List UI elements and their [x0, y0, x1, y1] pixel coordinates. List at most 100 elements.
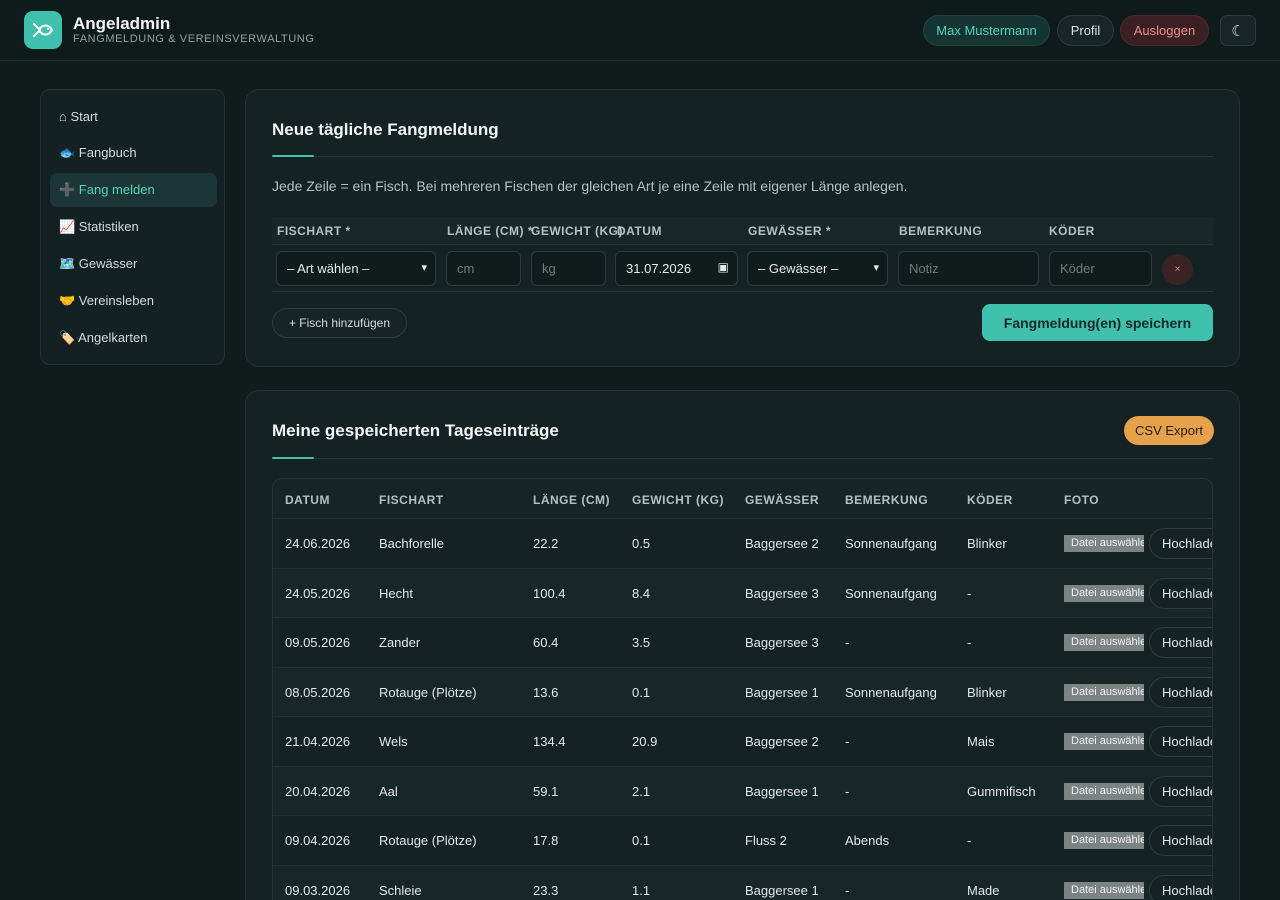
upload-button[interactable]: Hochladen [1149, 627, 1212, 658]
profile-button[interactable]: Profil [1057, 15, 1114, 46]
sidebar-item-statistiken[interactable]: 📈 Statistiken [50, 210, 217, 244]
fish-logo-icon[interactable] [24, 11, 62, 49]
col-gewaesser: GEWÄSSER * [748, 224, 832, 238]
cell-water: Baggersee 2 [745, 734, 819, 749]
water-select[interactable]: – Gewässer – ▾ [747, 251, 888, 286]
cell-date: 21.04.2026 [285, 734, 351, 749]
col-fischart: FISCHART [379, 493, 444, 507]
upload-button[interactable]: Hochladen [1149, 528, 1212, 559]
cell-bait: Made [967, 882, 1000, 898]
add-fish-button[interactable]: + Fisch hinzufügen [272, 308, 407, 338]
cell-species: Hecht [379, 585, 413, 601]
cell-note: Sonnenaufgang [845, 585, 937, 601]
table-row: 08.05.2026 Rotauge (Plötze) 13.6 0.1 Baggers… [273, 667, 1212, 717]
choose-file-button[interactable]: Datei auswählen [1064, 733, 1144, 750]
cell-note: Sonnenaufgang [845, 684, 937, 700]
length-input[interactable]: cm [446, 251, 521, 286]
cell-length: 134.4 [533, 734, 566, 749]
chevron-down-icon: ▾ [421, 262, 427, 274]
sidebar-item-gewaesser[interactable]: 🗺️ Gewässer [50, 247, 217, 281]
upload-button[interactable]: Hochladen [1149, 775, 1212, 807]
cell-bait: Blinker [967, 684, 1007, 700]
sidebar-item-angelkarten[interactable]: 🏷️ Angelkarten [50, 321, 217, 355]
upload-button[interactable]: Hochladen [1149, 874, 1212, 900]
cell-weight: 2.1 [632, 783, 651, 799]
bait-input[interactable]: Köder [1049, 251, 1152, 286]
upload-button[interactable]: Hochladen [1149, 577, 1212, 609]
choose-file-button[interactable]: Datei auswählen [1064, 832, 1144, 849]
cell-date: 09.04.2026 [285, 833, 351, 848]
form-row: – Art wählen – ▾ cm kg 31.07.2026 ▣ – Gew… [272, 245, 1213, 292]
cell-note: Abends [845, 833, 890, 848]
theme-toggle-moon-icon[interactable]: ☾ [1220, 15, 1256, 46]
cell-water: Fluss 2 [745, 833, 787, 848]
table-row: 24.06.2026 Bachforelle 22.2 0.5 Baggersee 2 S… [273, 519, 1212, 569]
cell-bait: - [967, 635, 972, 650]
choose-file-button[interactable]: Datei auswählen [1064, 782, 1144, 800]
choose-file-button[interactable]: Datei auswählen [1064, 881, 1144, 899]
cell-length: 100.4 [533, 585, 566, 601]
cell-length: 59.1 [533, 783, 559, 799]
cell-note: - [845, 734, 850, 749]
cell-date: 08.05.2026 [285, 684, 351, 700]
cell-weight: 20.9 [632, 734, 658, 749]
col-bemerkung: BEMERKUNG [845, 493, 929, 507]
cell-species: Rotauge (Plötze) [379, 833, 477, 848]
col-gewicht: GEWICHT (KG) [531, 224, 623, 238]
cell-weight: 3.5 [632, 635, 651, 650]
col-laenge: LÄNGE (CM) [533, 493, 610, 507]
choose-file-button[interactable]: Datei auswählen [1064, 634, 1144, 651]
cell-note: Sonnenaufgang [845, 536, 937, 551]
upload-button[interactable]: Hochladen [1149, 825, 1212, 856]
upload-button[interactable]: Hochladen [1149, 676, 1212, 708]
entries-table-body: 24.06.2026 Bachforelle 22.2 0.5 Baggersee 2 S… [273, 519, 1212, 900]
cell-water: Baggersee 2 [745, 536, 819, 551]
cell-species: Aal [379, 783, 398, 799]
note-input[interactable]: Notiz [898, 251, 1039, 286]
cell-water: Baggersee 3 [745, 635, 819, 650]
cell-bait: Mais [967, 734, 995, 749]
date-input[interactable]: 31.07.2026 ▣ [615, 251, 738, 286]
cell-date: 24.05.2026 [285, 585, 351, 601]
choose-file-button[interactable]: Datei auswählen [1064, 584, 1144, 602]
cell-water: Baggersee 3 [745, 585, 819, 601]
cell-bait: Blinker [967, 536, 1007, 551]
form-hint: Jede Zeile = ein Fisch. Bei mehreren Fis… [272, 178, 908, 194]
cell-length: 60.4 [533, 635, 559, 650]
cell-weight: 0.1 [632, 833, 651, 848]
entries-title: Meine gespeicherten Tageseinträge [272, 421, 559, 440]
logout-button[interactable]: Ausloggen [1120, 15, 1209, 46]
cell-water: Baggersee 1 [745, 684, 819, 700]
cell-note: - [845, 783, 850, 799]
user-badge[interactable]: Max Mustermann [923, 15, 1050, 46]
sidebar-item-fang-melden[interactable]: ➕ Fang melden [50, 173, 217, 207]
weight-input[interactable]: kg [531, 251, 606, 286]
table-row: 20.04.2026 Aal 59.1 2.1 Baggersee 1 - Gummifis… [273, 766, 1212, 816]
csv-export-button[interactable]: CSV Export [1124, 416, 1214, 445]
cell-date: 20.04.2026 [285, 783, 351, 799]
cell-weight: 1.1 [632, 882, 651, 898]
col-gewicht: GEWICHT (KG) [632, 493, 724, 507]
save-catch-button[interactable]: Fangmeldung(en) speichern [982, 304, 1213, 341]
sidebar-item-fangbuch[interactable]: 🐟 Fangbuch [50, 136, 217, 170]
calendar-icon: ▣ [717, 260, 729, 274]
table-row: 24.05.2026 Hecht 100.4 8.4 Baggersee 3 Sonnen… [273, 568, 1212, 618]
choose-file-button[interactable]: Datei auswählen [1064, 535, 1144, 552]
cell-length: 23.3 [533, 882, 559, 898]
saved-entries-card: Meine gespeicherten Tageseinträge CSV Ex… [245, 390, 1240, 900]
col-datum: DATUM [617, 224, 662, 238]
cell-length: 13.6 [533, 684, 559, 700]
cell-date: 09.03.2026 [285, 882, 351, 898]
form-table-header: FISCHART * LÄNGE (CM) * GEWICHT (KG) DAT… [272, 217, 1213, 245]
col-bemerkung: BEMERKUNG [899, 224, 983, 238]
chevron-down-icon: ▾ [873, 262, 879, 274]
choose-file-button[interactable]: Datei auswählen [1064, 683, 1144, 701]
delete-row-button[interactable]: × [1162, 254, 1193, 285]
table-row: 09.05.2026 Zander 60.4 3.5 Baggersee 3 - - Date… [273, 618, 1212, 668]
entries-table: DATUM FISCHART LÄNGE (CM) GEWICHT (KG) G… [272, 478, 1213, 900]
app-title: Angeladmin [73, 14, 171, 33]
species-select[interactable]: – Art wählen – ▾ [276, 251, 436, 286]
upload-button[interactable]: Hochladen [1149, 726, 1212, 757]
sidebar-item-vereinsleben[interactable]: 🤝 Vereinsleben [50, 284, 217, 318]
sidebar-item-start[interactable]: ⌂ Start [50, 99, 217, 133]
